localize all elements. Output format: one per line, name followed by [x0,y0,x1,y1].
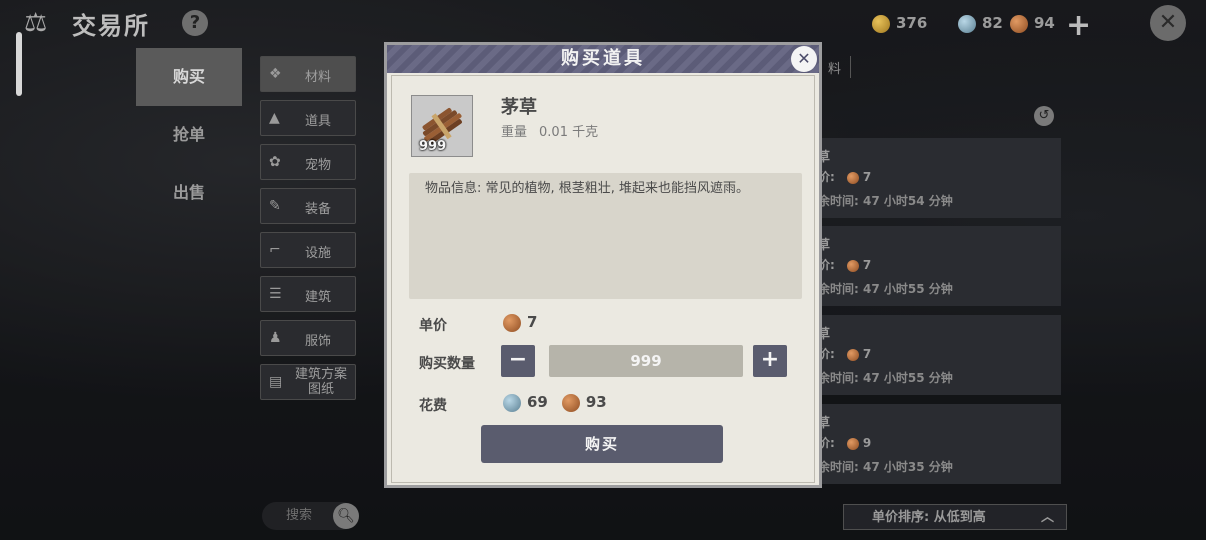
clothing-icon: ♟ [269,330,282,346]
listing-time: 余时间: 47 小时55 分钟 [818,371,953,385]
copper-coin-icon [846,348,859,361]
refresh-icon[interactable]: ↺ [1034,106,1054,126]
unit-price-value: 7 [527,313,538,331]
listing-price: 价: 7 [818,345,871,362]
gold-coin-icon [872,14,890,33]
building-icon: ☰ [269,286,282,302]
quantity-label: 购买数量 [419,356,475,372]
buy-button[interactable]: 购买 [481,425,723,463]
category-building[interactable]: ☰ 建筑 [260,276,356,312]
dialog-title: 购买道具 [561,48,645,69]
category-equipment[interactable]: ✎ 装备 [260,188,356,224]
listing-price: 价: 7 [818,256,871,273]
total-cost: 69 93 [503,393,607,412]
gold-currency: 376 [872,14,927,33]
facility-icon: ⌐ [269,242,281,258]
unit-price: 7 [503,313,537,332]
decrease-quantity-button[interactable]: − [501,345,535,377]
category-label: 建筑方案图纸 [294,367,347,397]
weight-label: 重量 [501,125,528,140]
category-label: 装备 [305,202,332,217]
increase-quantity-button[interactable]: + [753,345,787,377]
item-stack-count: 999 [419,139,447,154]
listing-price: 价: 9 [818,434,871,451]
copper-currency: 94 [1010,14,1055,33]
silver-coin-icon [503,393,521,412]
listing-time: 余时间: 47 小时35 分钟 [818,460,953,474]
add-currency-button[interactable]: + [1066,8,1091,43]
category-tool[interactable]: ▲ 道具 [260,100,356,136]
cost-copper: 93 [585,393,607,411]
unit-price-label: 单价 [419,318,447,334]
item-description: 物品信息: 常见的植物, 根茎粗壮, 堆起来也能挡风遮雨。 [425,181,750,196]
category-material[interactable]: ❖ 材料 [260,56,356,92]
silver-currency: 82 [958,14,1003,33]
sort-label: 单价排序: 从低到高 [872,510,986,525]
search-icon[interactable]: 🔍︎ [333,503,359,529]
category-pet[interactable]: ✿ 宠物 [260,144,356,180]
copper-coin-icon [846,437,859,450]
item-name: 茅草 [501,97,537,118]
category-facility[interactable]: ⌐ 设施 [260,232,356,268]
buy-item-dialog: 购买道具 ✕ 999 茅草 重量 0.01 千克 物品信息: 常见的植物, 根茎粗… [384,42,822,488]
category-label: 服饰 [305,334,332,349]
listing-item[interactable]: 茅草 价:7 余时间: 47 小时55 分钟 [804,315,1061,395]
category-label: 道具 [305,114,332,129]
cost-label: 花费 [419,398,447,414]
scrollbar[interactable] [16,32,22,96]
gold-amount: 376 [896,14,928,32]
silver-amount: 82 [982,14,1003,32]
item-description-box: 物品信息: 常见的植物, 根茎粗壮, 堆起来也能挡风遮雨。 [409,173,802,299]
category-label: 宠物 [305,158,332,173]
listing-price-value: 7 [862,258,872,272]
close-dialog-button[interactable]: ✕ [791,46,817,72]
category-blueprint[interactable]: ▤ 建筑方案图纸 [260,364,356,400]
silver-coin-icon [958,14,976,33]
listing-price: 价: 7 [818,168,871,185]
listing-item[interactable]: 茅草 价:7 余时间: 47 小时54 分钟 [804,138,1061,218]
cost-silver: 69 [527,393,548,411]
category-label: 建筑 [305,290,332,305]
menu-grab-order[interactable]: 抢单 [136,106,242,164]
quantity-input[interactable]: 999 [549,345,743,377]
category-clothing[interactable]: ♟ 服饰 [260,320,356,356]
sort-dropdown[interactable]: 单价排序: 从低到高 ︿ [843,504,1067,530]
category-label: 材料 [305,70,332,85]
copper-coin-icon [846,259,859,272]
copper-coin-icon [846,171,859,184]
close-exchange-button[interactable]: ✕ [1150,5,1186,41]
copper-coin-icon [1010,14,1028,33]
material-icon: ❖ [269,66,282,82]
chevron-up-icon: ︿ [1040,510,1054,525]
tool-icon: ▲ [269,110,280,126]
listing-time: 余时间: 47 小时55 分钟 [818,282,953,296]
page-title: 交易所 [72,12,150,40]
tab-divider [850,56,851,78]
listing-price-value: 7 [862,347,872,361]
listing-time: 余时间: 47 小时54 分钟 [818,194,953,208]
weight-value: 0.01 千克 [539,125,599,140]
category-label: 设施 [305,246,332,261]
blueprint-icon: ▤ [269,374,283,390]
listing-item[interactable]: 茅草 价:9 余时间: 47 小时35 分钟 [804,404,1061,484]
listing-price-value: 7 [862,170,872,184]
listing-item[interactable]: 茅草 价:7 余时间: 47 小时55 分钟 [804,226,1061,306]
menu-sell[interactable]: 出售 [136,164,242,222]
scales-icon: ⚖ [24,8,48,38]
paw-icon: ✿ [269,154,281,170]
top-bar: ⚖ 交易所 ? 376 82 94 + ✕ [0,0,1206,46]
menu-buy[interactable]: 购买 [136,48,242,106]
equipment-icon: ✎ [269,198,281,214]
copper-coin-icon [561,393,580,412]
listing-price-value: 9 [862,436,872,450]
copper-amount: 94 [1034,14,1055,32]
copper-coin-icon [503,313,521,332]
item-weight: 重量 0.01 千克 [501,121,610,140]
help-button[interactable]: ? [182,10,208,36]
tab-material[interactable]: 料 [828,58,841,77]
